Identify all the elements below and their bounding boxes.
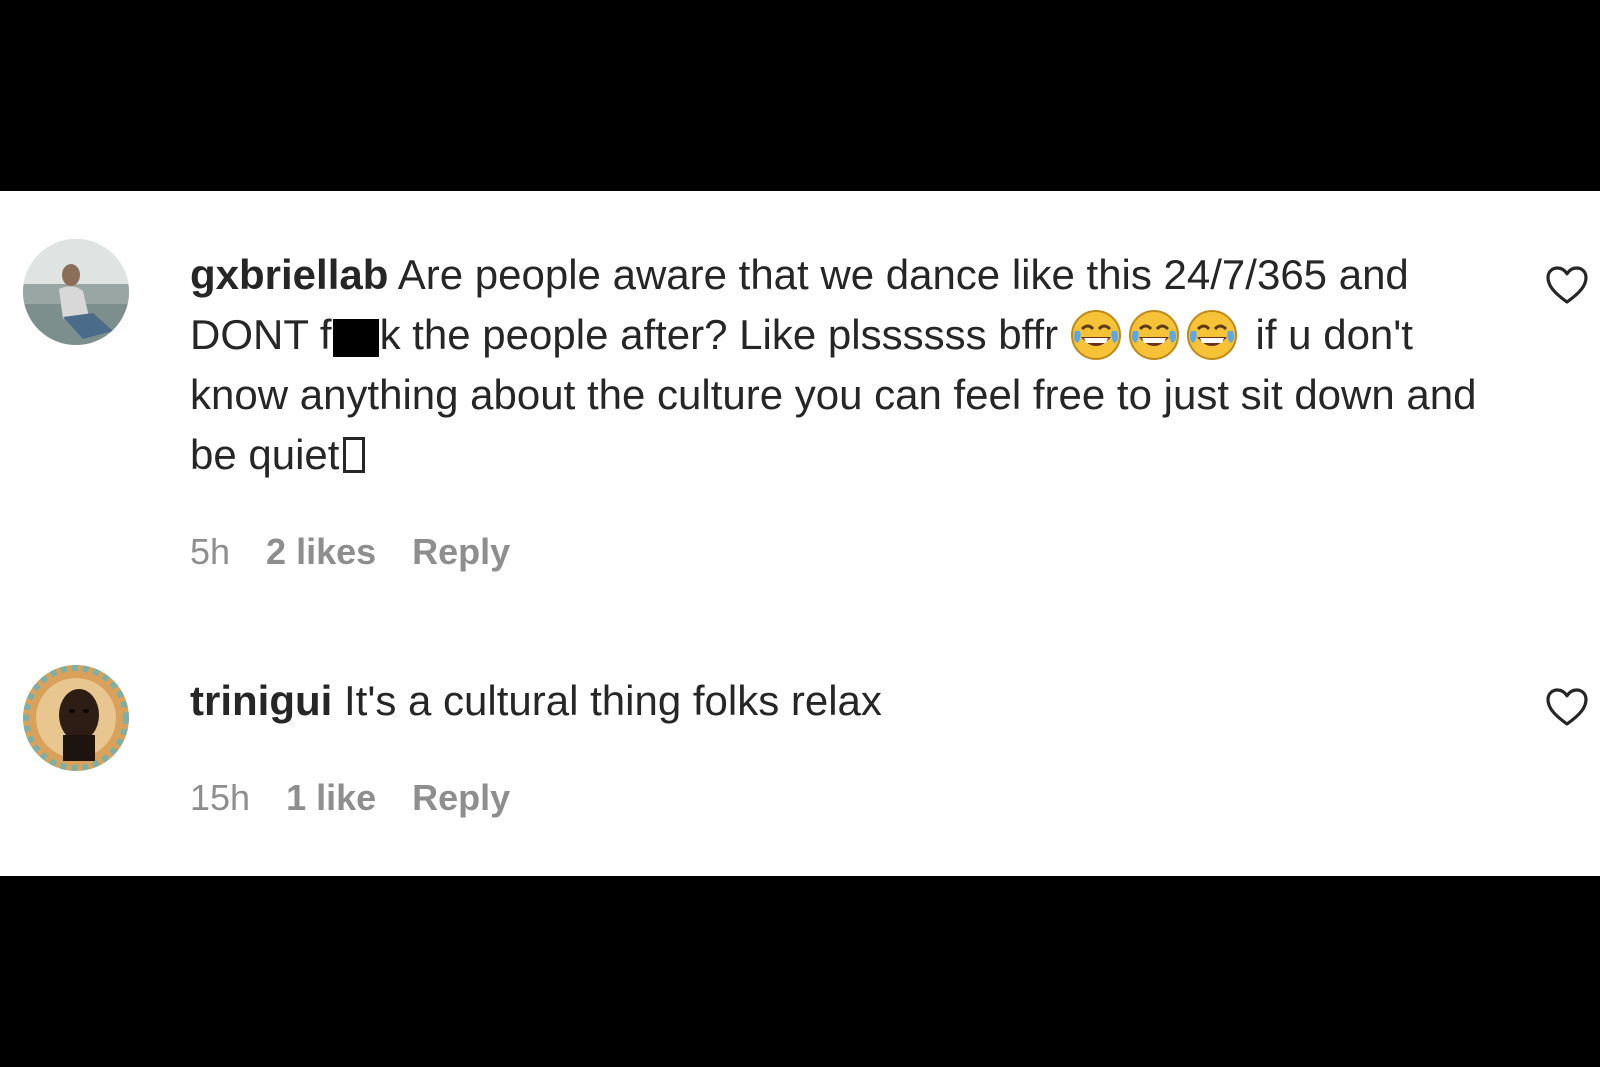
reply-button[interactable]: Reply bbox=[412, 777, 510, 819]
face-with-tears-of-joy-icon bbox=[1128, 309, 1180, 361]
heart-outline-icon[interactable] bbox=[1545, 687, 1589, 727]
face-with-tears-of-joy-icon bbox=[1070, 309, 1122, 361]
comment-meta: 15h 1 like Reply bbox=[190, 777, 510, 819]
missing-glyph-icon bbox=[343, 437, 366, 473]
comment-timestamp[interactable]: 15h bbox=[190, 777, 250, 819]
reply-button[interactable]: Reply bbox=[412, 531, 510, 573]
avatar-image bbox=[23, 239, 129, 345]
comment-body: trinigui It's a cultural thing folks rel… bbox=[190, 671, 1480, 731]
avatar[interactable] bbox=[23, 665, 129, 771]
screenshot-frame: gxbriellab Are people aware that we danc… bbox=[0, 0, 1600, 1067]
comment-likes-count[interactable]: 1 like bbox=[286, 777, 376, 819]
heart-outline-icon[interactable] bbox=[1545, 265, 1589, 305]
comment-meta: 5h 2 likes Reply bbox=[190, 531, 510, 573]
avatar[interactable] bbox=[23, 239, 129, 345]
comments-panel: gxbriellab Are people aware that we danc… bbox=[0, 191, 1600, 876]
censor-bar bbox=[332, 319, 379, 357]
comment-text: It's a cultural thing folks relax bbox=[343, 677, 882, 724]
avatar-image bbox=[23, 665, 129, 771]
comment-likes-count[interactable]: 2 likes bbox=[266, 531, 376, 573]
comment-timestamp[interactable]: 5h bbox=[190, 531, 230, 573]
comment-username[interactable]: gxbriellab bbox=[190, 251, 388, 298]
comment-username[interactable]: trinigui bbox=[190, 677, 332, 724]
comment-text-part: k the people after? Like plssssss bffr bbox=[379, 311, 1059, 358]
comment-body: gxbriellab Are people aware that we danc… bbox=[190, 245, 1480, 485]
face-with-tears-of-joy-icon bbox=[1186, 309, 1238, 361]
